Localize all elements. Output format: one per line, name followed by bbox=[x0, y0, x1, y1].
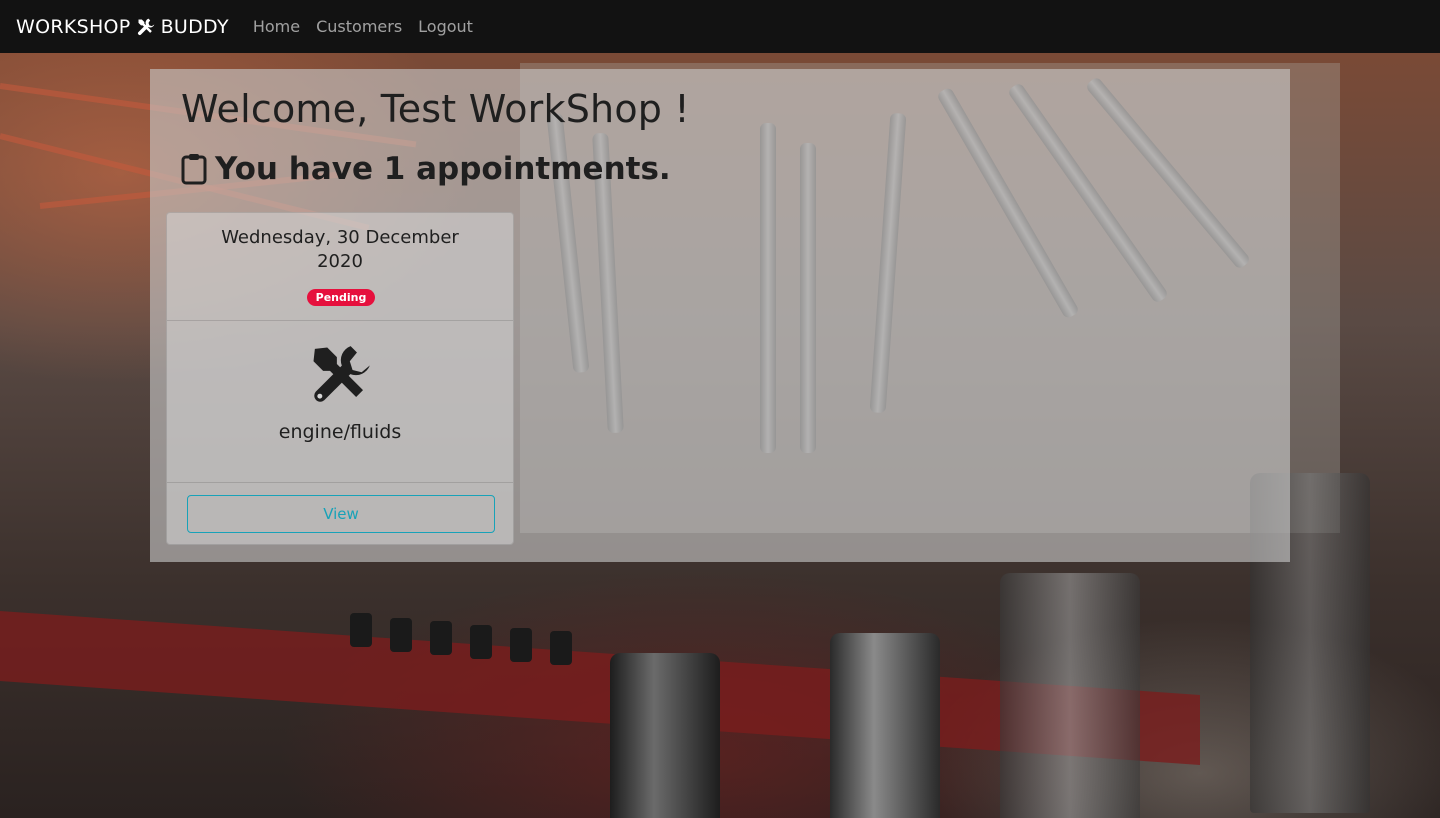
appointment-date: Wednesday, 30 December 2020 bbox=[221, 227, 459, 272]
brand-logo[interactable]: WORKSHOP BUDDY bbox=[16, 16, 229, 38]
nav-link-home[interactable]: Home bbox=[253, 17, 300, 36]
status-badge: Pending bbox=[307, 289, 375, 306]
service-label: engine/fluids bbox=[278, 421, 402, 443]
appointments-heading: You have 1 appointments. bbox=[181, 151, 671, 187]
nav-link-logout[interactable]: Logout bbox=[418, 17, 473, 36]
brand-text-right: BUDDY bbox=[160, 15, 229, 38]
appointments-count-text: You have 1 appointments. bbox=[215, 151, 671, 187]
navbar: WORKSHOP BUDDY Home Customers Logout bbox=[0, 0, 1440, 53]
appointment-card-body: engine/fluids bbox=[167, 322, 513, 482]
appointment-card: Wednesday, 30 December 2020 Pending engi… bbox=[166, 212, 514, 545]
appointment-card-header: Wednesday, 30 December 2020 Pending bbox=[167, 213, 513, 321]
brand-text-left: WORKSHOP bbox=[16, 15, 131, 38]
main-panel: Welcome, Test WorkShop ! You have 1 appo… bbox=[150, 69, 1290, 562]
appointment-card-footer: View bbox=[167, 482, 513, 545]
nav-link-customers[interactable]: Customers bbox=[316, 17, 402, 36]
clipboard-icon bbox=[181, 153, 207, 185]
tools-icon bbox=[135, 17, 157, 37]
view-button[interactable]: View bbox=[187, 495, 495, 533]
page-title: Welcome, Test WorkShop ! bbox=[181, 87, 690, 131]
tools-icon bbox=[308, 342, 374, 408]
